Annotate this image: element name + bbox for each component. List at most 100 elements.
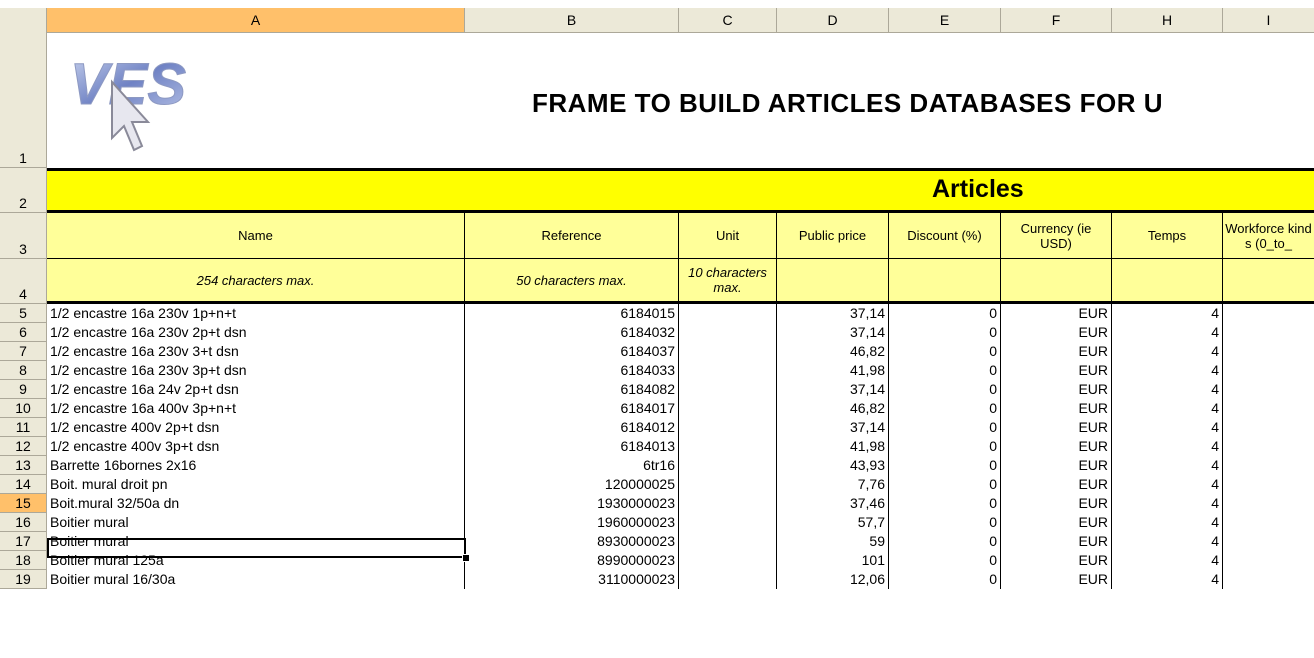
header-discount[interactable]: Discount (%) <box>889 213 1001 258</box>
row-header[interactable]: 13 <box>0 456 47 475</box>
cell-public-price[interactable]: 46,82 <box>777 342 889 361</box>
cell-workforce[interactable] <box>1223 513 1314 532</box>
cell-temps[interactable]: 4 <box>1112 418 1223 437</box>
cell-workforce[interactable] <box>1223 361 1314 380</box>
header-public-price[interactable]: Public price <box>777 213 889 258</box>
cell-reference[interactable]: 6184033 <box>465 361 679 380</box>
row-header[interactable]: 9 <box>0 380 47 399</box>
cell-unit[interactable] <box>679 456 777 475</box>
cell-currency[interactable]: EUR <box>1001 380 1112 399</box>
cell-discount[interactable]: 0 <box>889 456 1001 475</box>
constraint-discount[interactable] <box>889 259 1001 301</box>
row-header[interactable]: 18 <box>0 551 47 570</box>
cell-currency[interactable]: EUR <box>1001 475 1112 494</box>
cell-public-price[interactable]: 43,93 <box>777 456 889 475</box>
cell-workforce[interactable] <box>1223 456 1314 475</box>
cell-unit[interactable] <box>679 399 777 418</box>
cell-unit[interactable] <box>679 361 777 380</box>
cell-reference[interactable]: 6184017 <box>465 399 679 418</box>
cell-name[interactable]: Boitier mural <box>47 513 465 532</box>
cell-unit[interactable] <box>679 532 777 551</box>
column-header-a[interactable]: A <box>47 8 465 32</box>
cell-reference[interactable]: 6184082 <box>465 380 679 399</box>
column-header-e[interactable]: E <box>889 8 1001 32</box>
constraint-workforce[interactable] <box>1223 259 1314 301</box>
selected-cell-a15[interactable] <box>47 538 466 558</box>
cell-workforce[interactable] <box>1223 475 1314 494</box>
cell-reference[interactable]: 1930000023 <box>465 494 679 513</box>
cell-unit[interactable] <box>679 418 777 437</box>
cell-name[interactable]: 1/2 encastre 16a 230v 3+t dsn <box>47 342 465 361</box>
cell-workforce[interactable] <box>1223 323 1314 342</box>
cell-temps[interactable]: 4 <box>1112 494 1223 513</box>
cell-workforce[interactable] <box>1223 342 1314 361</box>
cell-temps[interactable]: 4 <box>1112 456 1223 475</box>
constraint-currency[interactable] <box>1001 259 1112 301</box>
cell-name[interactable]: 1/2 encastre 16a 230v 1p+n+t <box>47 304 465 323</box>
cell-temps[interactable]: 4 <box>1112 532 1223 551</box>
constraint-public-price[interactable] <box>777 259 889 301</box>
header-name[interactable]: Name <box>47 213 465 258</box>
cell-reference[interactable]: 6tr16 <box>465 456 679 475</box>
cell-unit[interactable] <box>679 513 777 532</box>
constraint-temps[interactable] <box>1112 259 1223 301</box>
cell-reference[interactable]: 6184032 <box>465 323 679 342</box>
cell-discount[interactable]: 0 <box>889 551 1001 570</box>
cell-workforce[interactable] <box>1223 532 1314 551</box>
cell-unit[interactable] <box>679 304 777 323</box>
cell-name[interactable]: 1/2 encastre 16a 230v 2p+t dsn <box>47 323 465 342</box>
cell-reference[interactable]: 6184012 <box>465 418 679 437</box>
cell-discount[interactable]: 0 <box>889 342 1001 361</box>
row-header[interactable]: 11 <box>0 418 47 437</box>
cell-discount[interactable]: 0 <box>889 475 1001 494</box>
column-header-h[interactable]: H <box>1112 8 1223 32</box>
cell-unit[interactable] <box>679 494 777 513</box>
cell-temps[interactable]: 4 <box>1112 304 1223 323</box>
cell-public-price[interactable]: 37,14 <box>777 323 889 342</box>
cell-discount[interactable]: 0 <box>889 418 1001 437</box>
cell-temps[interactable]: 4 <box>1112 551 1223 570</box>
cell-name[interactable]: Barrette 16bornes 2x16 <box>47 456 465 475</box>
cell-reference[interactable]: 8990000023 <box>465 551 679 570</box>
select-all-corner[interactable] <box>0 8 47 32</box>
header-temps[interactable]: Temps <box>1112 213 1223 258</box>
row-header[interactable]: 1 <box>0 32 47 168</box>
cell-currency[interactable]: EUR <box>1001 494 1112 513</box>
column-header-c[interactable]: C <box>679 8 777 32</box>
cell-name[interactable]: Boit. mural droit pn <box>47 475 465 494</box>
cell-name[interactable]: 1/2 encastre 16a 230v 3p+t dsn <box>47 361 465 380</box>
header-reference[interactable]: Reference <box>465 213 679 258</box>
cell-discount[interactable]: 0 <box>889 380 1001 399</box>
cell-public-price[interactable]: 12,06 <box>777 570 889 589</box>
cell-discount[interactable]: 0 <box>889 532 1001 551</box>
cell-currency[interactable]: EUR <box>1001 342 1112 361</box>
row-header[interactable]: 17 <box>0 532 47 551</box>
cell-discount[interactable]: 0 <box>889 323 1001 342</box>
row-header[interactable]: 4 <box>0 259 47 304</box>
cell-workforce[interactable] <box>1223 437 1314 456</box>
row-header[interactable]: 2 <box>0 168 47 213</box>
cell-temps[interactable]: 4 <box>1112 475 1223 494</box>
cell-public-price[interactable]: 37,14 <box>777 418 889 437</box>
cell-reference[interactable]: 6184015 <box>465 304 679 323</box>
cell-currency[interactable]: EUR <box>1001 570 1112 589</box>
cell-workforce[interactable] <box>1223 551 1314 570</box>
cell-public-price[interactable]: 41,98 <box>777 437 889 456</box>
cell-temps[interactable]: 4 <box>1112 513 1223 532</box>
cell-name[interactable]: 1/2 encastre 400v 3p+t dsn <box>47 437 465 456</box>
cell-workforce[interactable] <box>1223 380 1314 399</box>
cell-name[interactable]: 1/2 encastre 400v 2p+t dsn <box>47 418 465 437</box>
cell-unit[interactable] <box>679 323 777 342</box>
cell-discount[interactable]: 0 <box>889 304 1001 323</box>
cell-currency[interactable]: EUR <box>1001 513 1112 532</box>
cell-name[interactable]: Boit.mural 32/50a dn <box>47 494 465 513</box>
cell-currency[interactable]: EUR <box>1001 456 1112 475</box>
constraint-name[interactable]: 254 characters max. <box>47 259 465 301</box>
cell-name[interactable]: 1/2 encastre 16a 400v 3p+n+t <box>47 399 465 418</box>
cell-unit[interactable] <box>679 570 777 589</box>
fill-handle[interactable] <box>462 554 470 562</box>
column-header-b[interactable]: B <box>465 8 679 32</box>
constraint-reference[interactable]: 50 characters max. <box>465 259 679 301</box>
cell-discount[interactable]: 0 <box>889 513 1001 532</box>
header-unit[interactable]: Unit <box>679 213 777 258</box>
